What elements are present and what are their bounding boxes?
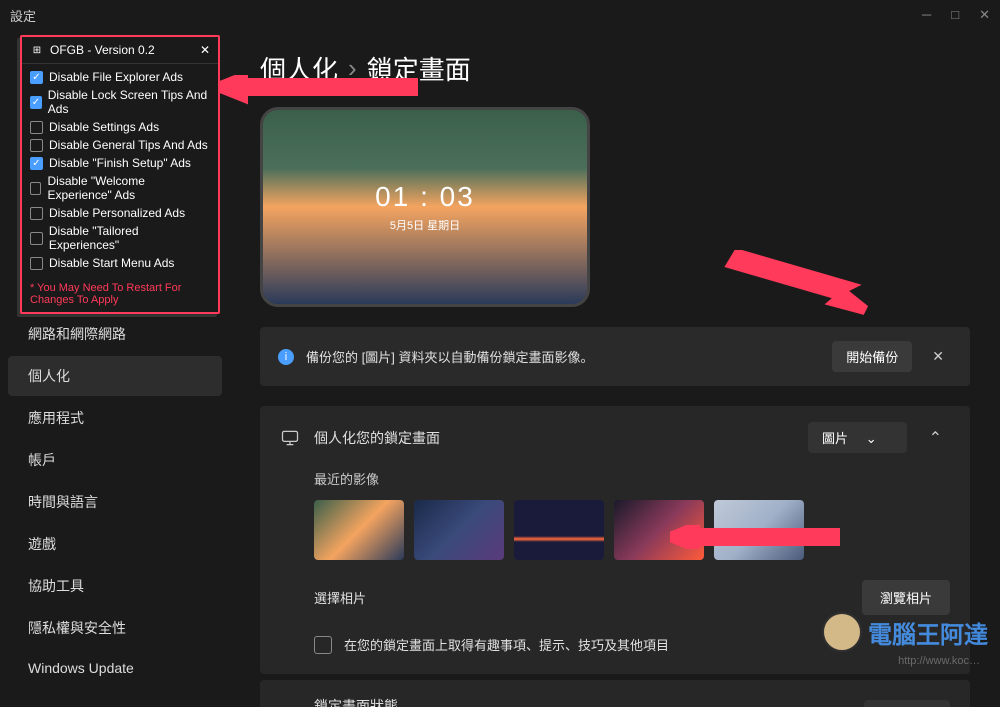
status-title: 鎖定畫面狀態 bbox=[314, 696, 850, 707]
ofgb-item-label: Disable Lock Screen Tips And Ads bbox=[48, 88, 210, 116]
start-backup-button[interactable]: 開始備份 bbox=[832, 341, 912, 372]
thumbnail[interactable] bbox=[414, 500, 504, 560]
sidebar-item-apps[interactable]: 應用程式 bbox=[8, 398, 222, 438]
checkbox[interactable] bbox=[30, 232, 43, 245]
ofgb-item-label: Disable File Explorer Ads bbox=[49, 70, 183, 84]
checkbox[interactable] bbox=[30, 121, 43, 134]
background-type-dropdown[interactable]: 圖片 ⌄ bbox=[808, 422, 907, 453]
ofgb-titlebar: ⊞ OFGB - Version 0.2 ✕ bbox=[22, 37, 218, 64]
ofgb-item[interactable]: Disable "Welcome Experience" Ads bbox=[26, 172, 214, 204]
checkbox[interactable]: ✓ bbox=[30, 71, 43, 84]
recent-images-label: 最近的影像 bbox=[314, 469, 950, 488]
checkbox[interactable]: ✓ bbox=[30, 157, 43, 170]
ofgb-popup: ⊞ OFGB - Version 0.2 ✕ ✓ Disable File Exp… bbox=[20, 35, 220, 314]
sidebar-item-update[interactable]: Windows Update bbox=[8, 650, 222, 686]
sidebar-item-network[interactable]: 網路和網際網路 bbox=[8, 314, 222, 354]
section-title: 個人化您的鎖定畫面 bbox=[314, 428, 794, 448]
tips-checkbox-label: 在您的鎖定畫面上取得有趣事項、提示、技巧及其他項目 bbox=[344, 635, 669, 654]
maximize-icon[interactable]: □ bbox=[951, 7, 959, 23]
annotation-arrow bbox=[670, 525, 840, 549]
ofgb-close-button[interactable]: ✕ bbox=[200, 43, 210, 57]
ofgb-item-label: Disable "Tailored Experiences" bbox=[49, 224, 210, 252]
close-banner-button[interactable]: ✕ bbox=[924, 348, 952, 365]
browse-photos-button[interactable]: 瀏覽相片 bbox=[862, 580, 950, 615]
ofgb-item[interactable]: Disable "Tailored Experiences" bbox=[26, 222, 214, 254]
sidebar-item-accessibility[interactable]: 協助工具 bbox=[8, 566, 222, 606]
lockscreen-status-section: 鎖定畫面狀態 選擇要在鎖定畫面上顯示詳細狀態的應用程式 無 ⌄ bbox=[260, 680, 970, 707]
checkbox[interactable]: ✓ bbox=[30, 96, 42, 109]
ofgb-item-label: Disable "Finish Setup" Ads bbox=[49, 156, 191, 170]
annotation-arrow bbox=[720, 250, 870, 320]
ofgb-item-label: Disable "Welcome Experience" Ads bbox=[47, 174, 210, 202]
close-icon[interactable]: ✕ bbox=[979, 7, 990, 23]
backup-info-banner: i 備份您的 [圖片] 資料夾以自動備份鎖定畫面影像。 開始備份 ✕ bbox=[260, 327, 970, 386]
watermark-avatar-icon bbox=[822, 612, 862, 652]
recent-thumbnails bbox=[314, 500, 950, 560]
ofgb-app-icon: ⊞ bbox=[30, 43, 44, 57]
preview-date: 5月5日 星期日 bbox=[390, 217, 460, 233]
ofgb-item[interactable]: Disable General Tips And Ads bbox=[26, 136, 214, 154]
thumbnail[interactable] bbox=[514, 500, 604, 560]
ofgb-item[interactable]: Disable Personalized Ads bbox=[26, 204, 214, 222]
window-titlebar: 設定 ─ □ ✕ bbox=[0, 0, 1000, 30]
info-text: 備份您的 [圖片] 資料夾以自動備份鎖定畫面影像。 bbox=[306, 347, 820, 366]
ofgb-item-label: Disable Start Menu Ads bbox=[49, 256, 174, 270]
annotation-arrow bbox=[218, 75, 418, 105]
preview-time: 01 : 03 bbox=[375, 181, 475, 213]
window-title: 設定 bbox=[10, 6, 36, 25]
watermark: 電腦王阿達 bbox=[822, 612, 988, 652]
checkbox[interactable] bbox=[30, 182, 41, 195]
watermark-url: http://www.koc… bbox=[898, 655, 980, 667]
ofgb-item[interactable]: Disable Settings Ads bbox=[26, 118, 214, 136]
info-icon: i bbox=[278, 349, 294, 365]
watermark-text: 電腦王阿達 bbox=[868, 615, 988, 650]
sidebar-item-accounts[interactable]: 帳戶 bbox=[8, 440, 222, 480]
ofgb-item-label: Disable General Tips And Ads bbox=[49, 138, 208, 152]
chevron-up-icon[interactable]: ⌃ bbox=[921, 428, 950, 448]
ofgb-item[interactable]: ✓ Disable "Finish Setup" Ads bbox=[26, 154, 214, 172]
sidebar-item-personalization[interactable]: 個人化 bbox=[8, 356, 222, 396]
main-content: 個人化 › 鎖定畫面 01 : 03 5月5日 星期日 i 備份您的 [圖片] … bbox=[230, 30, 1000, 707]
window-controls: ─ □ ✕ bbox=[922, 7, 990, 23]
ofgb-item-label: Disable Personalized Ads bbox=[49, 206, 185, 220]
tips-checkbox[interactable] bbox=[314, 636, 332, 654]
sidebar-item-gaming[interactable]: 遊戲 bbox=[8, 524, 222, 564]
checkbox[interactable] bbox=[30, 139, 43, 152]
lockscreen-preview: 01 : 03 5月5日 星期日 bbox=[260, 107, 590, 307]
ofgb-item-label: Disable Settings Ads bbox=[49, 120, 159, 134]
choose-photo-label: 選擇相片 bbox=[314, 588, 862, 607]
thumbnail[interactable] bbox=[314, 500, 404, 560]
ofgb-item[interactable]: ✓ Disable File Explorer Ads bbox=[26, 68, 214, 86]
checkbox[interactable] bbox=[30, 257, 43, 270]
minimize-icon[interactable]: ─ bbox=[922, 7, 931, 23]
sidebar-item-time[interactable]: 時間與語言 bbox=[8, 482, 222, 522]
checkbox[interactable] bbox=[30, 207, 43, 220]
ofgb-restart-note: * You May Need To Restart For Changes To… bbox=[22, 276, 218, 312]
monitor-icon bbox=[280, 428, 300, 448]
ofgb-item[interactable]: Disable Start Menu Ads bbox=[26, 254, 214, 272]
sidebar-item-privacy[interactable]: 隱私權與安全性 bbox=[8, 608, 222, 648]
status-app-dropdown[interactable]: 無 ⌄ bbox=[864, 700, 950, 707]
ofgb-title-text: OFGB - Version 0.2 bbox=[50, 43, 155, 57]
ofgb-item[interactable]: ✓ Disable Lock Screen Tips And Ads bbox=[26, 86, 214, 118]
